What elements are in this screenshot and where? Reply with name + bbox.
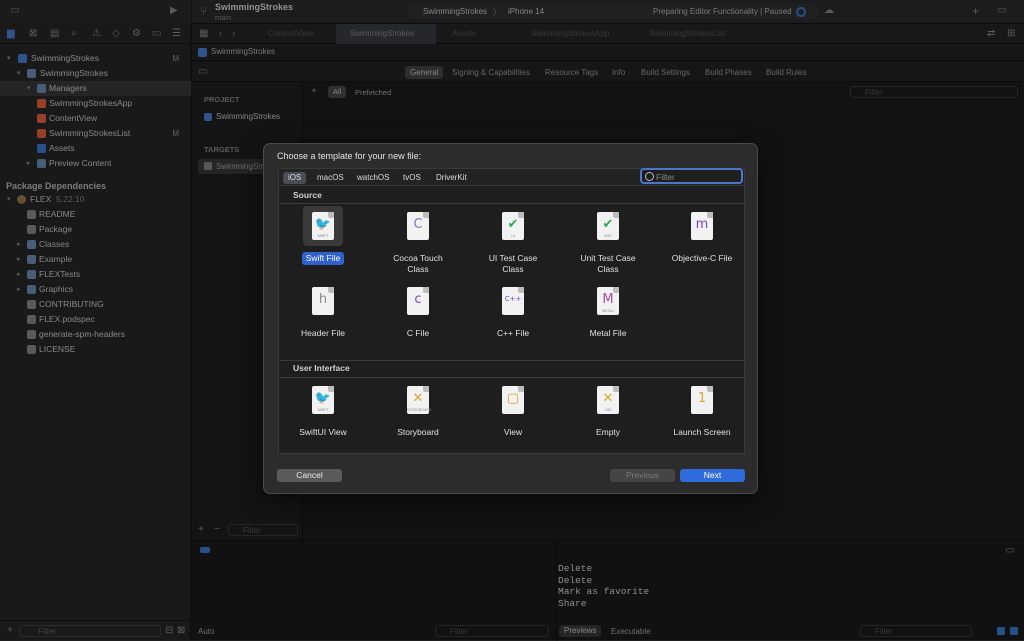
- template-name: C File: [406, 328, 430, 338]
- template-name: UI Test Case Class: [488, 253, 538, 274]
- ui-test-icon: ✔ UI: [502, 212, 524, 240]
- template-filter-field[interactable]: [640, 168, 743, 184]
- source-section-title: Source: [293, 190, 322, 200]
- ui-section-title: User Interface: [293, 363, 350, 373]
- template-name: Empty: [595, 427, 621, 437]
- platform-tab-driverkit[interactable]: DriverKit: [431, 172, 472, 184]
- template-name: Header File: [301, 328, 345, 338]
- swift-icon: 🐦 SWIFT: [312, 212, 334, 240]
- template-item[interactable]: h Header File: [276, 281, 370, 340]
- template-name: Storyboard: [397, 427, 439, 437]
- template-name: Objective-C File: [671, 253, 733, 263]
- next-button[interactable]: Next: [680, 469, 745, 482]
- template-name: Metal File: [589, 328, 627, 338]
- cpp-file-icon: C++: [502, 287, 524, 315]
- launch-screen-icon: 1: [691, 386, 713, 414]
- template-name: View: [503, 427, 523, 437]
- template-grid: Source 🐦 SWIFT Swift File C Cocoa Touch Class…: [276, 186, 746, 454]
- view-icon: ▢: [502, 386, 524, 414]
- template-name: Unit Test Case Class: [580, 253, 636, 274]
- template-item[interactable]: ✕ XIB Empty: [561, 380, 655, 439]
- template-item[interactable]: M METAL Metal File: [561, 281, 655, 340]
- previous-button[interactable]: Previous: [610, 469, 675, 482]
- unit-test-icon: ✔ UNIT: [597, 212, 619, 240]
- platform-tab-ios[interactable]: iOS: [283, 172, 307, 184]
- template-item[interactable]: m Objective-C File: [655, 206, 749, 265]
- metal-icon: M METAL: [597, 287, 619, 315]
- template-filter-input[interactable]: [656, 171, 740, 182]
- template-item[interactable]: ✔ UI UI Test Case Class: [466, 206, 560, 275]
- cocoa-class-icon: C: [407, 212, 429, 240]
- template-item[interactable]: 🐦 SWIFT Swift File: [276, 206, 370, 265]
- template-item[interactable]: ✕ STORYBOARD Storyboard: [371, 380, 465, 439]
- template-item[interactable]: c C File: [371, 281, 465, 340]
- platform-tab-watchos[interactable]: watchOS: [352, 172, 394, 184]
- template-item[interactable]: 1 Launch Screen: [655, 380, 749, 439]
- template-item[interactable]: ✔ UNIT Unit Test Case Class: [561, 206, 655, 275]
- template-name: C++ File: [496, 328, 530, 338]
- cancel-button[interactable]: Cancel: [277, 469, 342, 482]
- dialog-title: Choose a template for your new file:: [277, 151, 422, 161]
- template-item[interactable]: ▢ View: [466, 380, 560, 439]
- template-item[interactable]: C++ C++ File: [466, 281, 560, 340]
- swiftui-icon: 🐦 SWIFT: [312, 386, 334, 414]
- template-name: Swift File: [301, 252, 345, 265]
- template-name: Launch Screen: [673, 427, 731, 437]
- objc-icon: m: [691, 212, 713, 240]
- template-name: SwiftUI View: [299, 427, 347, 437]
- c-file-icon: c: [407, 287, 429, 315]
- platform-tab-tvos[interactable]: tvOS: [398, 172, 426, 184]
- empty-icon: ✕ XIB: [597, 386, 619, 414]
- template-item[interactable]: 🐦 SWIFT SwiftUI View: [276, 380, 370, 439]
- template-item[interactable]: C Cocoa Touch Class: [371, 206, 465, 275]
- filter-icon: [645, 172, 654, 181]
- header-icon: h: [312, 287, 334, 315]
- template-name: Cocoa Touch Class: [393, 253, 443, 274]
- platform-tab-macos[interactable]: macOS: [312, 172, 349, 184]
- new-file-template-dialog: Choose a template for your new file: iOS…: [263, 143, 758, 494]
- storyboard-icon: ✕ STORYBOARD: [407, 386, 431, 414]
